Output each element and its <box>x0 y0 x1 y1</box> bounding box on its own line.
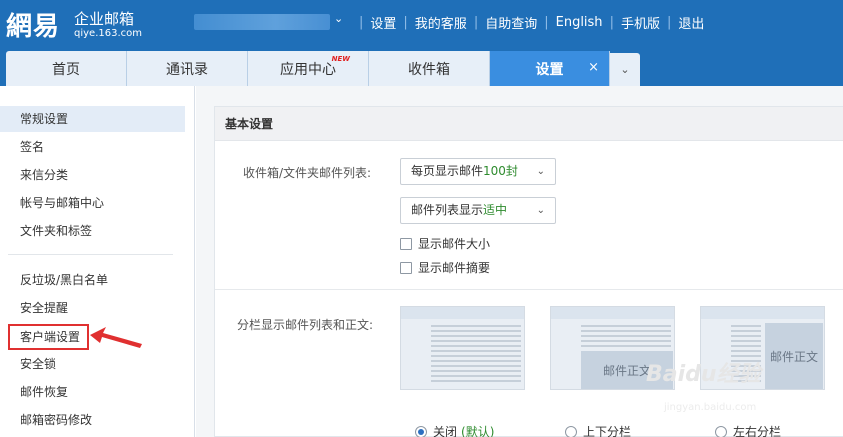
page-size-select[interactable]: 每页显示邮件100封 ⌄ <box>400 158 556 185</box>
main-tabs: 首页 通讯录 应用中心 NEW 收件箱 设置 × ⌄ <box>6 51 640 86</box>
sidebar-item-mail-recovery[interactable]: 邮件恢复 <box>0 379 185 405</box>
density-value: 适中 <box>483 203 508 217</box>
split-view-label: 分栏显示邮件列表和正文: <box>237 318 374 332</box>
sidebar-item-mail-filter[interactable]: 来信分类 <box>0 162 185 188</box>
radio-label: 左右分栏 <box>733 425 782 437</box>
tab-home[interactable]: 首页 <box>6 51 127 86</box>
sidebar-item-security-alert[interactable]: 安全提醒 <box>0 295 185 321</box>
logo-mark: 網易 <box>6 12 61 42</box>
sidebar-item-password-change[interactable]: 邮箱密码修改 <box>0 407 185 433</box>
checkbox-label: 显示邮件大小 <box>418 237 491 251</box>
account-name-blurred[interactable] <box>194 14 330 30</box>
mail-body-preview: 邮件正文 <box>765 323 823 389</box>
sidebar-item-signature[interactable]: 签名 <box>0 134 185 160</box>
highlight-box <box>8 324 89 350</box>
list-settings-label: 收件箱/文件夹邮件列表: <box>243 166 372 180</box>
tab-settings[interactable]: 设置 × <box>490 51 610 86</box>
chevron-down-icon: ⌄ <box>620 63 630 76</box>
layout-thumb-off[interactable] <box>400 306 525 390</box>
chevron-down-icon: ⌄ <box>536 205 545 216</box>
tab-app-center[interactable]: 应用中心 NEW <box>248 51 369 86</box>
logo-product-name: 企业邮箱 <box>74 10 135 28</box>
section-title: 基本设置 <box>215 107 843 141</box>
close-icon[interactable]: × <box>588 60 599 75</box>
chevron-down-icon[interactable]: ⌄ <box>334 12 343 25</box>
watermark: Baidu经验 <box>646 362 761 387</box>
sidebar-item-security-lock[interactable]: 安全锁 <box>0 351 185 377</box>
link-logout[interactable]: 退出 <box>678 13 704 32</box>
checkbox-box[interactable] <box>400 237 412 250</box>
tab-contacts[interactable]: 通讯录 <box>127 51 248 86</box>
page-size-value: 100封 <box>483 164 518 178</box>
new-badge: NEW <box>331 55 350 63</box>
tab-inbox[interactable]: 收件箱 <box>369 51 490 86</box>
tab-label: 首页 <box>52 61 80 78</box>
list-density-select[interactable]: 邮件列表显示适中 ⌄ <box>400 197 556 224</box>
radio-dot[interactable] <box>715 425 727 437</box>
top-links: | 设置 | 我的客服 | 自助查询 | English | 手机版 | 退出 <box>359 13 705 32</box>
radio-dot[interactable] <box>565 425 577 437</box>
checkbox-box[interactable] <box>400 261 412 274</box>
sidebar-item-antispam[interactable]: 反垃圾/黑白名单 <box>0 267 185 293</box>
tab-label: 设置 <box>535 61 564 78</box>
tab-label: 通讯录 <box>166 61 208 78</box>
page-size-prefix: 每页显示邮件 <box>411 164 484 178</box>
tab-label: 应用中心 <box>280 61 336 78</box>
link-mobile-version[interactable]: 手机版 <box>621 13 660 32</box>
red-arrow-icon <box>90 327 142 348</box>
settings-sidebar: 常规设置 签名 来信分类 帐号与邮箱中心 文件夹和标签 反垃圾/黑白名单 安全提… <box>0 86 195 437</box>
radio-split-top-bottom[interactable]: 上下分栏 <box>565 423 631 437</box>
chevron-down-icon: ⌄ <box>536 166 545 177</box>
tab-label: 收件箱 <box>408 61 450 78</box>
sidebar-item-folders-labels[interactable]: 文件夹和标签 <box>0 218 185 244</box>
top-bar: 網易 企业邮箱 qiye.163.com ⌄ | 设置 | 我的客服 | 自助查… <box>0 0 843 86</box>
sidebar-divider <box>8 254 173 255</box>
show-summary-checkbox[interactable]: 显示邮件摘要 <box>400 259 490 276</box>
radio-label: 上下分栏 <box>583 425 632 437</box>
show-size-checkbox[interactable]: 显示邮件大小 <box>400 235 490 252</box>
density-prefix: 邮件列表显示 <box>411 203 484 217</box>
radio-split-off[interactable]: 关闭 (默认) <box>415 423 494 437</box>
sidebar-item-general-settings[interactable]: 常规设置 <box>0 106 185 132</box>
sidebar-item-account-center[interactable]: 帐号与邮箱中心 <box>0 190 185 216</box>
link-settings[interactable]: 设置 <box>370 13 396 32</box>
link-self-service-query[interactable]: 自助查询 <box>485 13 537 32</box>
radio-split-left-right[interactable]: 左右分栏 <box>715 423 781 437</box>
tab-more-button[interactable]: ⌄ <box>610 53 640 86</box>
radio-dot[interactable] <box>415 425 427 437</box>
logo-domain: qiye.163.com <box>74 28 142 39</box>
radio-label: 关闭 <box>433 425 458 437</box>
link-customer-service[interactable]: 我的客服 <box>415 13 467 32</box>
default-note: (默认) <box>461 425 495 437</box>
checkbox-label: 显示邮件摘要 <box>418 261 491 275</box>
watermark-url: jingyan.baidu.com <box>664 402 757 413</box>
section-divider <box>215 289 843 290</box>
link-english[interactable]: English <box>556 15 603 30</box>
